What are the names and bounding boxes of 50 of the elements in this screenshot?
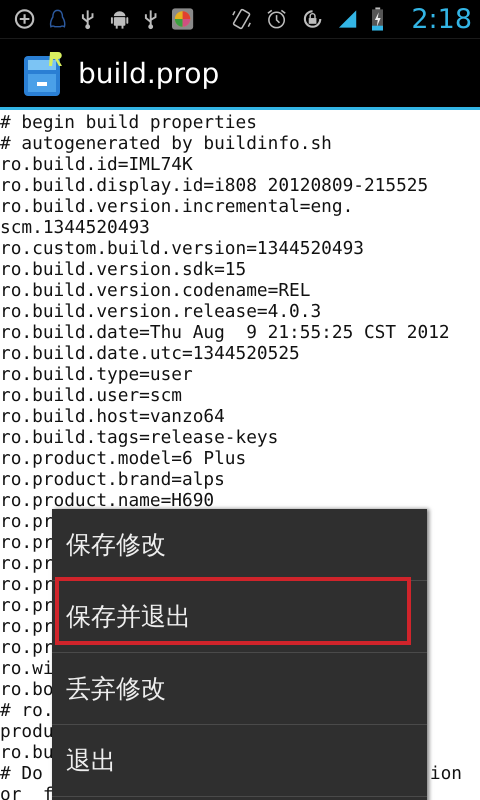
menu-item[interactable]: 退出 <box>52 725 427 797</box>
code-line: ro.build.date=Thu Aug 9 21:55:25 CST 2012 <box>0 322 450 343</box>
code-line: # ro. <box>0 700 54 721</box>
code-line: # begin build properties <box>0 112 257 133</box>
menu-item[interactable]: 保存并退出 <box>52 581 427 653</box>
penguin-icon <box>49 8 66 30</box>
code-line: # autogenerated by buildinfo.sh <box>0 133 332 154</box>
code-line: or f <box>0 784 54 800</box>
code-line: ro.pr <box>0 637 54 658</box>
menu-item[interactable]: 保存修改 <box>52 509 427 581</box>
code-line: ro.pr <box>0 532 54 553</box>
app-icon <box>172 8 194 30</box>
code-line: ro.wi <box>0 658 54 679</box>
code-line: ro.build.tags=release-keys <box>0 427 278 448</box>
clock-time: 2:18 <box>411 4 472 34</box>
code-line: ro.bu <box>0 742 54 763</box>
code-line: scm.1344520493 <box>0 217 150 238</box>
signal-icon <box>336 8 358 30</box>
code-line: ro.pr <box>0 553 54 574</box>
code-line: ro.build.version.codename=REL <box>0 280 310 301</box>
code-line: ro.product.model=6 Plus <box>0 448 246 469</box>
usb-icon <box>143 8 158 30</box>
code-line: ro.product.name=H690 <box>0 490 214 511</box>
code-line: ro.product.brand=alps <box>0 469 225 490</box>
code-line: ro.build.version.incremental=eng. <box>0 196 354 217</box>
rotation-lock-icon <box>302 8 323 30</box>
code-line: produ <box>0 721 54 742</box>
code-line: ion <box>430 763 463 784</box>
code-line: ro.pr <box>0 511 54 532</box>
code-line: ro.custom.build.version=1344520493 <box>0 238 364 259</box>
add-circle-icon <box>14 8 36 30</box>
alarm-clock-icon <box>266 8 288 30</box>
code-line: ro.bo <box>0 679 54 700</box>
code-line: ro.build.user=scm <box>0 385 182 406</box>
code-line: ro.build.date.utc=1344520525 <box>0 343 300 364</box>
usb-icon <box>80 8 96 30</box>
code-line: ro.build.version.sdk=15 <box>0 259 246 280</box>
code-line: ro.build.host=vanzo64 <box>0 406 225 427</box>
rotate-phone-icon <box>231 7 252 31</box>
code-line: # Do <box>0 763 43 784</box>
code-line: ro.build.version.release=4.0.3 <box>0 301 322 322</box>
code-line: ro.pr <box>0 616 54 637</box>
window-title: build.prop <box>78 56 220 90</box>
code-line: ro.pr <box>0 574 54 595</box>
code-line: ro.pr <box>0 595 54 616</box>
code-line: ro.build.display.id=i808 20120809-215525 <box>0 175 428 196</box>
menu-item[interactable]: 丢弃修改 <box>52 653 427 725</box>
code-line: ro.build.id=IML74K <box>0 154 193 175</box>
code-line: ro.build.type=user <box>0 364 193 385</box>
battery-charging-icon <box>372 7 384 31</box>
